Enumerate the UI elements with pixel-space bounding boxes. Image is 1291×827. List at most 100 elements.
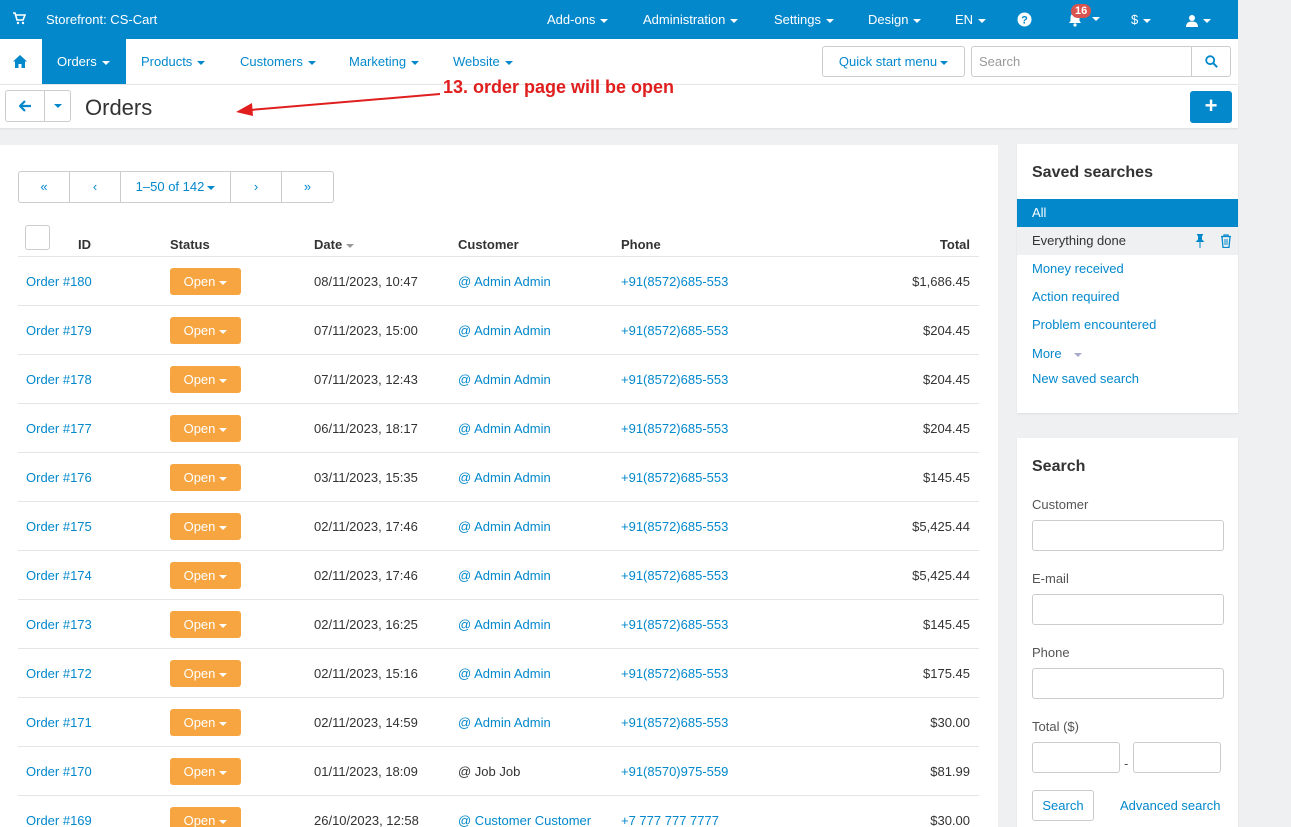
- customer-link[interactable]: @ Admin Admin: [458, 568, 551, 583]
- phone-link[interactable]: +91(8572)685-553: [621, 519, 728, 534]
- status-dropdown[interactable]: Open: [170, 660, 241, 687]
- order-id-link[interactable]: Order #171: [26, 715, 92, 730]
- phone-link[interactable]: +91(8572)685-553: [621, 372, 728, 387]
- select-all-checkbox[interactable]: [25, 225, 50, 250]
- col-id[interactable]: ID: [78, 237, 91, 252]
- customer-link[interactable]: @ Admin Admin: [458, 470, 551, 485]
- advanced-search-link[interactable]: Advanced search: [1120, 798, 1220, 813]
- order-id-link[interactable]: Order #172: [26, 666, 92, 681]
- saved-search-problem-encountered[interactable]: Problem encountered: [1017, 311, 1238, 339]
- customer-link[interactable]: @ Admin Admin: [458, 421, 551, 436]
- nav-products[interactable]: Products: [126, 39, 220, 84]
- customer-link[interactable]: @ Customer Customer: [458, 813, 591, 827]
- order-total: $145.45: [923, 617, 970, 632]
- status-label: Open: [183, 617, 216, 632]
- col-status[interactable]: Status: [170, 237, 210, 252]
- settings-menu[interactable]: Settings: [774, 12, 834, 27]
- home-button[interactable]: [0, 39, 42, 84]
- addons-menu[interactable]: Add-ons: [547, 12, 609, 27]
- nav-marketing[interactable]: Marketing: [334, 39, 434, 84]
- customer-link[interactable]: @ Admin Admin: [458, 372, 551, 387]
- col-total[interactable]: Total: [940, 237, 970, 252]
- administration-menu[interactable]: Administration: [643, 12, 739, 27]
- phone-link[interactable]: +7 777 777 7777: [621, 813, 719, 827]
- phone-link[interactable]: +91(8572)685-553: [621, 666, 728, 681]
- add-order-button[interactable]: +: [1190, 91, 1232, 123]
- nav-customers[interactable]: Customers: [225, 39, 331, 84]
- back-button[interactable]: [5, 90, 45, 122]
- new-saved-search-link[interactable]: New saved search: [1017, 365, 1238, 393]
- quick-start-menu-button[interactable]: Quick start menu: [822, 46, 965, 77]
- col-customer[interactable]: Customer: [458, 237, 519, 252]
- status-dropdown[interactable]: Open: [170, 415, 241, 442]
- last-page-button[interactable]: »: [282, 172, 333, 202]
- language-menu[interactable]: EN: [955, 12, 987, 27]
- page-range-select[interactable]: 1–50 of 142: [121, 172, 231, 202]
- search-submit-button[interactable]: Search: [1032, 790, 1094, 821]
- phone-link[interactable]: +91(8572)685-553: [621, 274, 728, 289]
- phone-link[interactable]: +91(8572)685-553: [621, 568, 728, 583]
- status-dropdown[interactable]: Open: [170, 807, 241, 827]
- status-dropdown[interactable]: Open: [170, 366, 241, 393]
- status-dropdown[interactable]: Open: [170, 268, 241, 295]
- order-id-link[interactable]: Order #177: [26, 421, 92, 436]
- global-search-button[interactable]: [1191, 46, 1231, 77]
- phone-input[interactable]: [1032, 668, 1224, 699]
- user-menu[interactable]: [1186, 12, 1211, 28]
- currency-menu[interactable]: $: [1131, 12, 1152, 27]
- phone-link[interactable]: +91(8572)685-553: [621, 617, 728, 632]
- status-dropdown[interactable]: Open: [170, 758, 241, 785]
- saved-search-action-required[interactable]: Action required: [1017, 283, 1238, 311]
- order-id-link[interactable]: Order #180: [26, 274, 92, 289]
- customer-link[interactable]: @ Admin Admin: [458, 274, 551, 289]
- next-page-button[interactable]: ›: [231, 172, 282, 202]
- email-input[interactable]: [1032, 594, 1224, 625]
- customer-input[interactable]: [1032, 520, 1224, 551]
- customer-link[interactable]: @ Admin Admin: [458, 715, 551, 730]
- saved-search-money-received[interactable]: Money received: [1017, 255, 1238, 283]
- order-id-link[interactable]: Order #169: [26, 813, 92, 827]
- customer-link[interactable]: @ Admin Admin: [458, 323, 551, 338]
- design-menu[interactable]: Design: [868, 12, 922, 27]
- customer-link[interactable]: @ Admin Admin: [458, 666, 551, 681]
- nav-orders[interactable]: Orders: [42, 39, 126, 84]
- status-dropdown[interactable]: Open: [170, 317, 241, 344]
- status-dropdown[interactable]: Open: [170, 611, 241, 638]
- order-id-link[interactable]: Order #174: [26, 568, 92, 583]
- status-dropdown[interactable]: Open: [170, 513, 241, 540]
- table-row: Order #178 Open 07/11/2023, 12:43 @ Admin A…: [18, 355, 979, 404]
- saved-search-all[interactable]: All: [1017, 199, 1238, 227]
- trash-icon[interactable]: [1220, 234, 1232, 248]
- help-icon[interactable]: ?: [1017, 12, 1032, 27]
- order-id-link[interactable]: Order #173: [26, 617, 92, 632]
- order-id-link[interactable]: Order #176: [26, 470, 92, 485]
- col-date[interactable]: Date: [314, 237, 355, 252]
- status-dropdown[interactable]: Open: [170, 709, 241, 736]
- phone-link[interactable]: +91(8570)975-559: [621, 764, 728, 779]
- back-dropdown-button[interactable]: [44, 90, 71, 122]
- total-to-input[interactable]: [1133, 742, 1221, 773]
- customer-link[interactable]: @ Admin Admin: [458, 617, 551, 632]
- total-from-input[interactable]: [1032, 742, 1120, 773]
- saved-search-everything-done[interactable]: Everything done: [1017, 227, 1238, 255]
- saved-search-more[interactable]: More: [1017, 340, 1238, 368]
- prev-page-button[interactable]: ‹: [70, 172, 121, 202]
- first-page-button[interactable]: «: [19, 172, 70, 202]
- storefront-label[interactable]: Storefront: CS-Cart: [46, 12, 157, 27]
- cart-icon[interactable]: [12, 11, 26, 25]
- customer-link[interactable]: @ Admin Admin: [458, 519, 551, 534]
- order-date: 07/11/2023, 15:00: [314, 323, 418, 338]
- order-id-link[interactable]: Order #170: [26, 764, 92, 779]
- status-dropdown[interactable]: Open: [170, 464, 241, 491]
- phone-link[interactable]: +91(8572)685-553: [621, 715, 728, 730]
- order-id-link[interactable]: Order #178: [26, 372, 92, 387]
- phone-link[interactable]: +91(8572)685-553: [621, 470, 728, 485]
- global-search-input[interactable]: [971, 46, 1192, 77]
- status-dropdown[interactable]: Open: [170, 562, 241, 589]
- order-id-link[interactable]: Order #179: [26, 323, 92, 338]
- phone-link[interactable]: +91(8572)685-553: [621, 323, 728, 338]
- phone-link[interactable]: +91(8572)685-553: [621, 421, 728, 436]
- pin-icon[interactable]: [1194, 234, 1206, 248]
- col-phone[interactable]: Phone: [621, 237, 661, 252]
- order-id-link[interactable]: Order #175: [26, 519, 92, 534]
